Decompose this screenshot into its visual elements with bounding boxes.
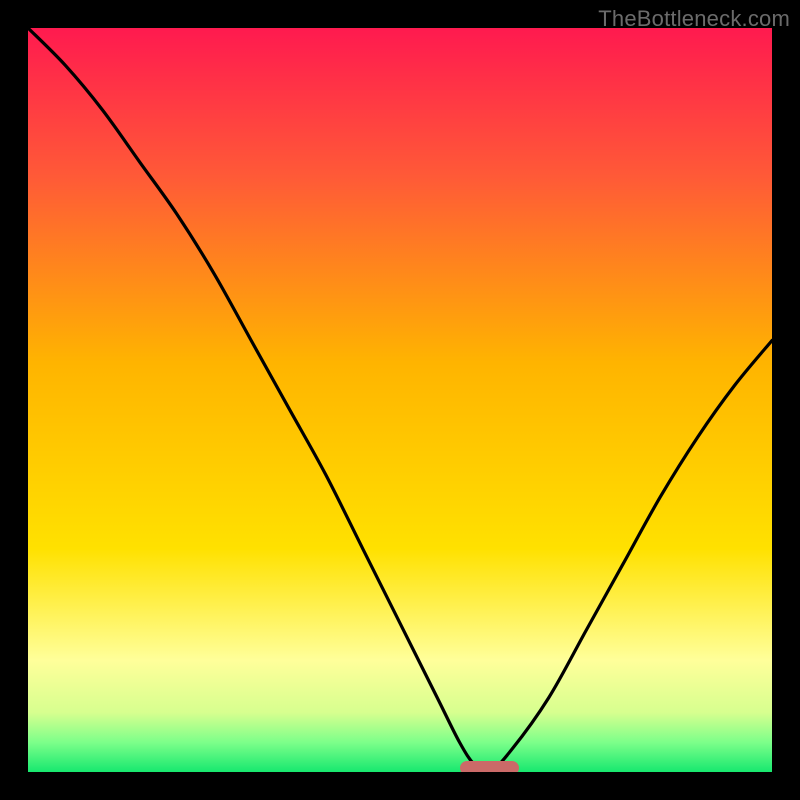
plot-area [28, 28, 772, 772]
watermark-text: TheBottleneck.com [598, 6, 790, 32]
chart-frame: TheBottleneck.com [0, 0, 800, 800]
optimal-marker [460, 761, 520, 772]
bottleneck-curve [28, 28, 772, 772]
